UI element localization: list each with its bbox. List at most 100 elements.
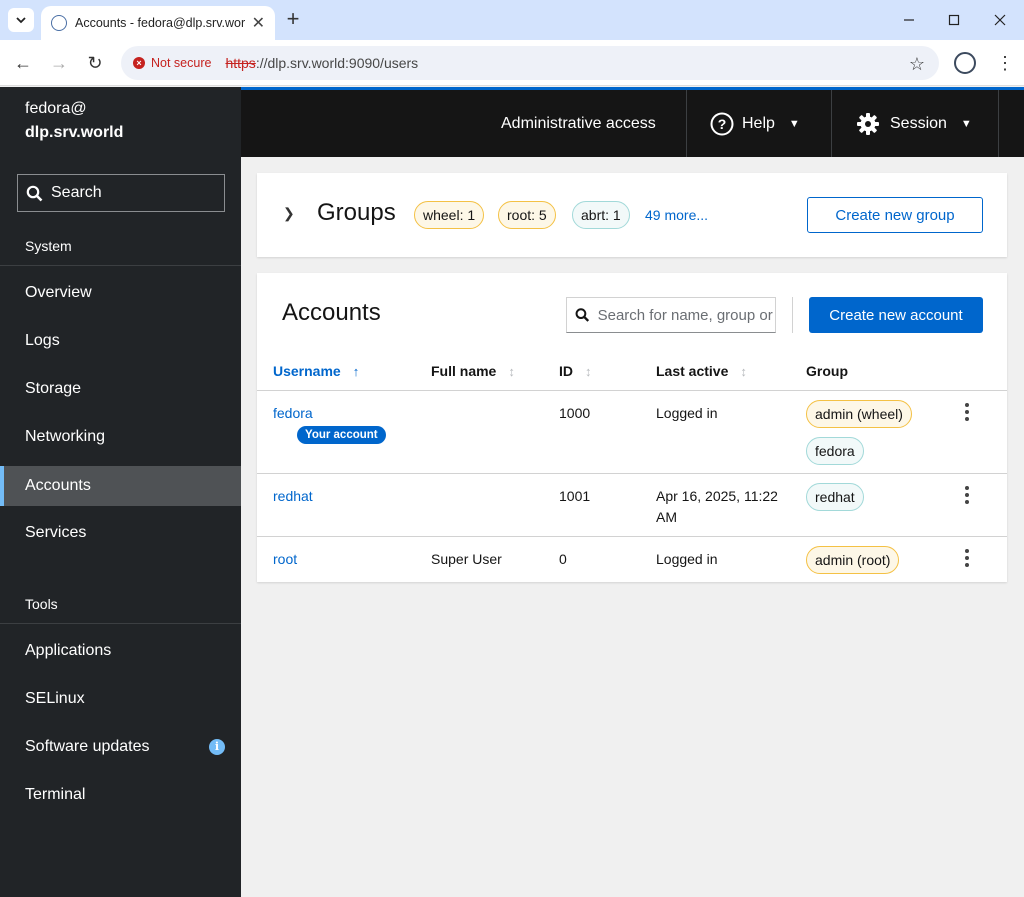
maximize-window-icon[interactable] xyxy=(939,8,969,32)
divider xyxy=(831,90,832,157)
divider xyxy=(257,473,1007,474)
last-active-cell: Logged in xyxy=(656,551,718,567)
sidebar-item-logs[interactable]: Logs xyxy=(0,321,241,361)
help-label: Help xyxy=(742,114,775,132)
divider xyxy=(257,536,1007,537)
column-header-last-active[interactable]: Last active ↕ xyxy=(656,363,747,379)
groups-title: Groups xyxy=(317,199,396,226)
id-cell: 1000 xyxy=(559,405,591,421)
sidebar-item-software-updates[interactable]: Software updates i xyxy=(0,727,241,767)
create-new-account-button[interactable]: Create new account xyxy=(809,297,983,333)
sort-icon: ↕ xyxy=(740,363,747,379)
group-chip-abrt[interactable]: abrt: 1 xyxy=(572,201,630,229)
username-link-fedora[interactable]: fedora xyxy=(273,403,313,424)
reload-icon[interactable]: ↻ xyxy=(83,51,107,75)
column-header-id[interactable]: ID ↕ xyxy=(559,363,592,379)
search-icon xyxy=(575,308,590,322)
sidebar-item-networking[interactable]: Networking xyxy=(0,417,241,457)
row-actions-kebab-icon[interactable] xyxy=(957,485,977,505)
browser-tab[interactable]: Accounts - fedora@dlp.srv.world ✕ xyxy=(41,6,275,40)
new-tab-plus-icon[interactable]: + xyxy=(283,8,303,32)
expand-chevron-icon[interactable]: ❯ xyxy=(283,205,295,222)
sidebar: fedora@ dlp.srv.world Search System Over… xyxy=(0,87,241,897)
minimize-window-icon[interactable] xyxy=(894,8,924,32)
administrative-access-button[interactable]: Administrative access xyxy=(501,90,656,157)
your-account-badge: Your account xyxy=(297,426,386,444)
group-chip[interactable]: admin (wheel) xyxy=(806,400,912,428)
close-tab-icon[interactable]: ✕ xyxy=(252,13,265,33)
group-chip[interactable]: fedora xyxy=(806,437,864,465)
divider xyxy=(686,90,687,157)
group-chip[interactable]: admin (root) xyxy=(806,546,900,574)
last-active-cell: Apr 16, 2025, 11:22 AM xyxy=(656,488,778,525)
browser-toolbar: ← → ↻ × Not secure https ://dlp.srv.worl… xyxy=(0,40,1024,86)
group-chip-root[interactable]: root: 5 xyxy=(498,201,556,229)
profile-avatar-icon[interactable] xyxy=(954,52,976,74)
sidebar-item-terminal[interactable]: Terminal xyxy=(0,775,241,815)
id-cell: 1001 xyxy=(559,488,591,504)
divider xyxy=(0,265,241,266)
back-arrow-icon[interactable]: ← xyxy=(11,51,35,75)
session-label: Session xyxy=(890,114,947,132)
url-text: ://dlp.srv.world:9090/users xyxy=(255,55,419,71)
group-chip[interactable]: redhat xyxy=(806,483,864,511)
column-header-label: Group xyxy=(806,363,848,379)
bookmark-star-icon[interactable]: ☆ xyxy=(909,54,925,75)
sidebar-search-label: Search xyxy=(51,184,102,201)
sidebar-item-applications[interactable]: Applications xyxy=(0,631,241,671)
column-header-label: Username xyxy=(273,363,341,379)
url-scheme: https xyxy=(225,55,256,71)
forward-arrow-icon[interactable]: → xyxy=(47,51,71,75)
sidebar-item-overview[interactable]: Overview xyxy=(0,273,241,313)
not-secure-label[interactable]: Not secure xyxy=(151,56,211,70)
group-chip-wheel[interactable]: wheel: 1 xyxy=(414,201,485,229)
caret-down-icon: ▼ xyxy=(960,117,972,130)
address-bar[interactable]: × Not secure https ://dlp.srv.world:9090… xyxy=(121,46,939,80)
accounts-card: Accounts Search for name, group or ID Cr… xyxy=(257,273,1007,582)
system-heading: System xyxy=(25,238,72,254)
create-new-group-button[interactable]: Create new group xyxy=(807,197,983,233)
tools-heading: Tools xyxy=(25,596,58,612)
host-name: dlp.srv.world xyxy=(25,124,124,141)
username-link-redhat[interactable]: redhat xyxy=(273,486,313,507)
sidebar-search-input[interactable]: Search xyxy=(17,174,225,212)
accounts-search-placeholder: Search for name, group or ID xyxy=(597,306,775,324)
not-secure-icon: × xyxy=(133,57,145,69)
column-header-full-name[interactable]: Full name ↕ xyxy=(431,363,515,379)
accounts-title: Accounts xyxy=(282,299,381,326)
id-cell: 0 xyxy=(559,551,567,567)
info-icon: i xyxy=(209,739,225,755)
sort-ascending-icon: ↑ xyxy=(352,363,360,379)
sidebar-item-storage[interactable]: Storage xyxy=(0,369,241,409)
sidebar-item-label: Software updates xyxy=(25,738,150,755)
column-header-label: ID xyxy=(559,363,573,379)
divider xyxy=(0,623,241,624)
sidebar-item-accounts[interactable]: Accounts xyxy=(0,466,241,506)
accounts-search-input[interactable]: Search for name, group or ID xyxy=(566,297,776,333)
sidebar-item-services[interactable]: Services xyxy=(0,513,241,553)
svg-text:?: ? xyxy=(718,116,727,132)
host-switcher[interactable]: fedora@ dlp.srv.world xyxy=(25,97,123,145)
tab-search-button[interactable] xyxy=(8,8,34,32)
browser-tab-strip: Accounts - fedora@dlp.srv.world ✕ + xyxy=(0,0,1024,40)
username-link-root[interactable]: root xyxy=(273,549,297,570)
divider xyxy=(257,390,1007,391)
row-actions-kebab-icon[interactable] xyxy=(957,548,977,568)
full-name-cell: Super User xyxy=(431,551,502,567)
caret-down-icon: ▼ xyxy=(788,117,800,130)
column-header-group: Group xyxy=(806,363,848,379)
column-header-username[interactable]: Username ↑ xyxy=(273,363,359,379)
divider xyxy=(998,90,999,157)
column-header-label: Full name xyxy=(431,363,497,379)
chevron-down-icon xyxy=(16,17,26,24)
groups-card: ❯ Groups wheel: 1 root: 5 abrt: 1 49 mor… xyxy=(257,173,1007,257)
sort-icon: ↕ xyxy=(585,363,592,379)
help-icon: ? xyxy=(710,112,734,135)
browser-menu-icon[interactable]: ⋮ xyxy=(996,54,1014,72)
close-window-icon[interactable] xyxy=(985,8,1015,32)
help-menu-button[interactable]: ? Help ▼ xyxy=(710,90,800,157)
sidebar-item-selinux[interactable]: SELinux xyxy=(0,679,241,719)
row-actions-kebab-icon[interactable] xyxy=(957,402,977,422)
more-groups-link[interactable]: 49 more... xyxy=(645,207,708,223)
session-menu-button[interactable]: Session ▼ xyxy=(856,90,972,157)
